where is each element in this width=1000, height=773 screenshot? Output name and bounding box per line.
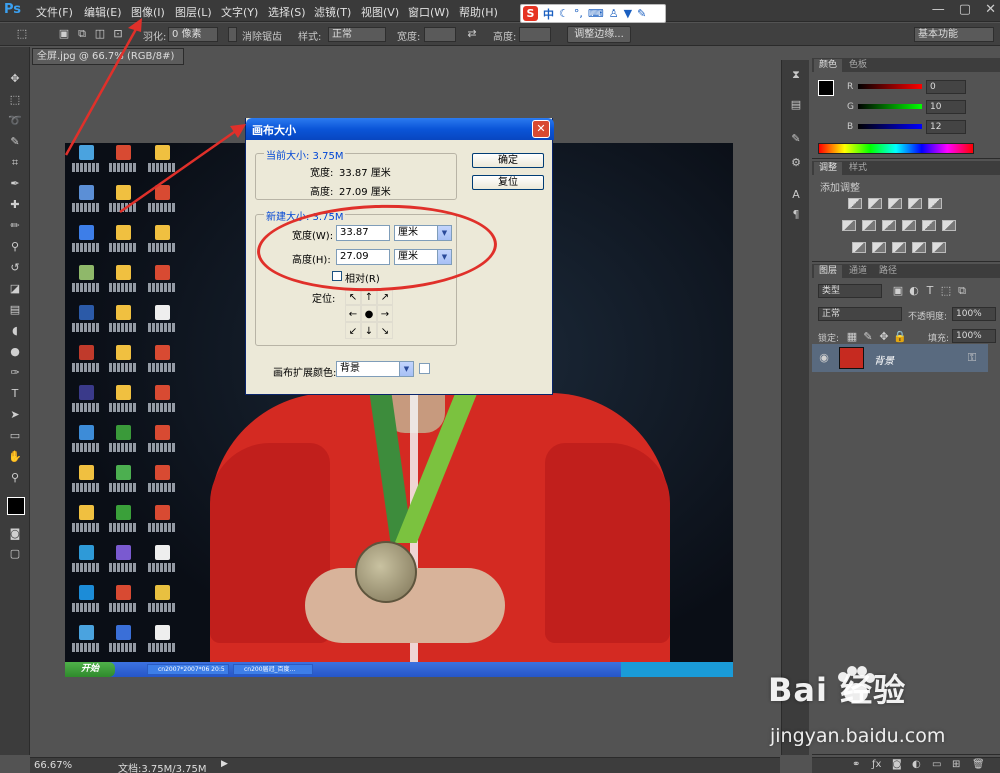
layer-kind-filter[interactable]: 类型 [818,284,882,298]
threshold-icon[interactable] [892,242,906,253]
history-panel-icon[interactable]: ⧗ [789,68,803,82]
baidu-paw-icon [838,666,875,703]
opacity-label: 不透明度: [908,312,948,322]
color-panel-tabs: 颜色 色板 [812,58,1000,72]
fill-label: 填充: [928,334,950,344]
channel-mixer-icon[interactable] [922,220,936,231]
tab-adjustments[interactable]: 调整 [814,162,843,175]
tab-color[interactable]: 颜色 [814,59,843,72]
character-panel-icon[interactable]: A [789,188,803,202]
gradient-map-icon[interactable] [912,242,926,253]
annotation-arrow-line [119,126,241,214]
g-value[interactable]: 10 [926,100,966,114]
blend-mode-select[interactable]: 正常 [818,307,902,321]
layer-name[interactable]: 背景 [874,352,894,367]
black-white-icon[interactable] [882,220,896,231]
r-value[interactable]: 0 [926,80,966,94]
color-spectrum[interactable] [818,143,974,154]
brush-panel-icon[interactable]: ✎ [789,132,803,146]
status-menu-arrow-icon[interactable]: ▶ [221,759,228,769]
lock-pixels-icon[interactable]: ✎ [860,330,876,344]
selective-color-icon[interactable] [932,242,946,253]
tab-channels[interactable]: 通道 [844,265,872,278]
photo-filter-icon[interactable] [902,220,916,231]
properties-panel-icon[interactable]: ▤ [789,98,803,112]
g-slider[interactable] [858,104,922,109]
invert-icon[interactable] [852,242,866,253]
baidu-watermark: Bai 经验 jingyan.baidu.com [738,655,996,771]
color-lookup-icon[interactable] [942,220,956,231]
right-panels: 颜色 色板 R 0 G 10 B 12 调整 样式 添加调整 图层 通道 路径 … [812,58,1000,755]
b-slider[interactable] [858,124,922,129]
curves-icon[interactable] [888,198,902,209]
annotation-arrow-head [128,18,142,32]
lock-transparent-icon[interactable]: ▦ [844,330,860,344]
tab-swatches[interactable]: 色板 [844,59,872,72]
color-panel: 颜色 色板 R 0 G 10 B 12 [812,58,1000,159]
color-balance-icon[interactable] [862,220,876,231]
filter-type-icon[interactable]: T [922,284,938,298]
hue-saturation-icon[interactable] [842,220,856,231]
status-bar: 66.67% 文档:3.75M/3.75M ▶ [30,757,780,773]
lock-label: 锁定: [818,334,840,344]
filter-adjust-icon[interactable]: ◐ [906,284,922,298]
tool-preset-icon[interactable]: ⚙ [789,156,803,170]
tab-layers[interactable]: 图层 [814,265,843,278]
panel-dock-strip: ⧗ ▤ ✎ ⚙ A ¶ [781,60,809,755]
layers-tabs: 图层 通道 路径 [812,264,1000,278]
annotation-arrow-head [230,124,246,138]
r-label: R [847,82,854,92]
layer-row-background[interactable]: ◉ 背景 ⚿ [812,344,988,372]
paragraph-panel-icon[interactable]: ¶ [789,208,803,222]
tab-styles[interactable]: 样式 [844,162,872,175]
document-size: 文档:3.75M/3.75M [118,764,207,773]
r-slider[interactable] [858,84,922,89]
adjustments-tabs: 调整 样式 [812,161,1000,175]
tab-paths[interactable]: 路径 [874,265,902,278]
opacity-input[interactable]: 100% [952,307,996,321]
fill-input[interactable]: 100% [952,329,996,343]
eye-icon[interactable]: ◉ [816,351,832,365]
add-adjustment-title: 添加调整 [820,183,860,194]
vibrance-icon[interactable] [928,198,942,209]
watermark-url: jingyan.baidu.com [770,725,946,747]
foreground-color-chip[interactable] [818,80,834,96]
layer-thumbnail [839,347,864,369]
annotation-arrow-line [64,21,142,156]
brightness-icon[interactable] [848,198,862,209]
zoom-level[interactable]: 66.67% [34,760,72,771]
b-label: B [847,122,854,132]
lock-position-icon[interactable]: ✥ [876,330,892,344]
filter-smart-icon[interactable]: ⧉ [954,284,970,298]
filter-shape-icon[interactable]: ⬚ [938,284,954,298]
adjustments-panel: 调整 样式 添加调整 [812,161,1000,262]
filter-pixel-icon[interactable]: ▣ [890,284,906,298]
posterize-icon[interactable] [872,242,886,253]
exposure-icon[interactable] [908,198,922,209]
levels-icon[interactable] [868,198,882,209]
lock-icon: ⚿ [967,351,977,364]
g-label: G [847,102,854,112]
lock-all-icon[interactable]: 🔒 [892,330,908,344]
b-value[interactable]: 12 [926,120,966,134]
